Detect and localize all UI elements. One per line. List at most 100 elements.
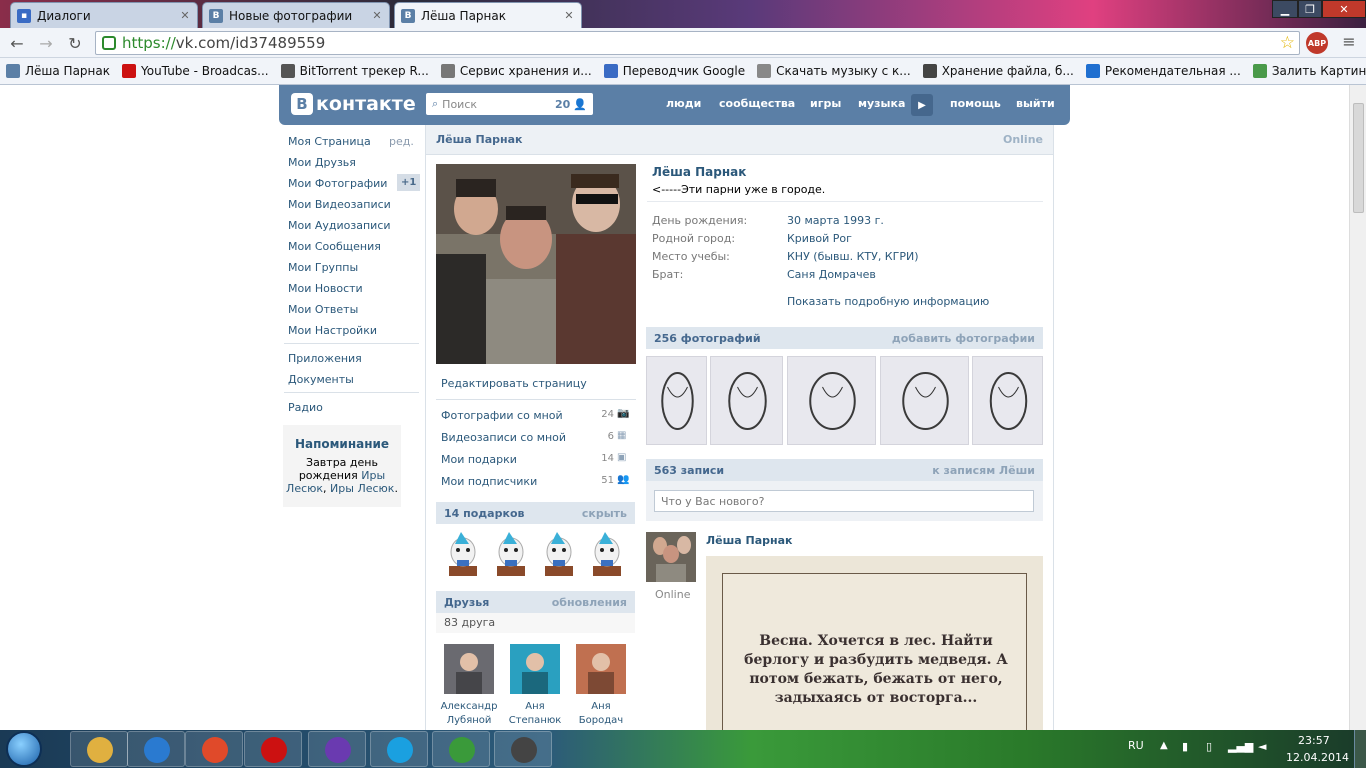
post-avatar[interactable] bbox=[646, 532, 696, 582]
profile-avatar[interactable] bbox=[436, 164, 636, 364]
language-indicator[interactable]: RU bbox=[1128, 739, 1144, 752]
bookmark-item[interactable]: Хранение файла, б... bbox=[922, 64, 1074, 78]
taskbar-app-button[interactable] bbox=[432, 731, 490, 767]
menu-icon[interactable]: ≡ bbox=[1338, 32, 1360, 54]
menu-item[interactable]: Мои Ответы bbox=[288, 303, 358, 316]
gift-item[interactable] bbox=[539, 530, 579, 578]
play-icon[interactable]: ▶ bbox=[911, 94, 933, 116]
bookmark-item[interactable]: Сервис хранения и... bbox=[440, 64, 592, 78]
close-icon[interactable]: ✕ bbox=[179, 9, 191, 22]
friend-last-name[interactable]: Степанюк bbox=[500, 715, 570, 726]
menu-item[interactable]: Мои Друзья bbox=[288, 156, 356, 169]
bookmark-item[interactable]: Залить Картинку - ... bbox=[1252, 64, 1366, 78]
page-scrollbar[interactable] bbox=[1349, 85, 1366, 730]
friend-avatar[interactable] bbox=[576, 644, 626, 694]
counter-link[interactable]: Мои подписчики bbox=[441, 475, 537, 488]
clock-date[interactable]: 12.04.2014 bbox=[1286, 751, 1349, 764]
show-desktop-button[interactable] bbox=[1354, 730, 1366, 768]
vk-logo[interactable]: Bконтакте bbox=[291, 93, 416, 115]
start-button[interactable] bbox=[6, 731, 42, 767]
show-more-link[interactable]: Показать подробную информацию bbox=[787, 295, 989, 308]
menu-apps[interactable]: Приложения bbox=[288, 352, 362, 365]
menu-edit-link[interactable]: ред. bbox=[389, 135, 414, 148]
bookmark-item[interactable]: Рекомендательная ... bbox=[1085, 64, 1241, 78]
photo-thumb[interactable] bbox=[787, 356, 876, 445]
bookmark-item[interactable]: BitTorrent трекер R... bbox=[280, 64, 429, 78]
menu-item[interactable]: Мои Группы bbox=[288, 261, 358, 274]
add-photos-link[interactable]: добавить фотографии bbox=[892, 332, 1035, 345]
menu-item[interactable]: Мои Новости bbox=[288, 282, 363, 295]
counter-link[interactable]: Мои подарки bbox=[441, 453, 517, 466]
taskbar-app-button[interactable] bbox=[127, 731, 185, 767]
info-value[interactable]: КНУ (бывш. КТУ, КГРИ) bbox=[787, 250, 918, 263]
tab-profile[interactable]: B Лёша Парнак ✕ bbox=[394, 2, 582, 28]
menu-badge[interactable]: +1 bbox=[397, 174, 421, 191]
friend-first-name[interactable]: Аня bbox=[566, 701, 636, 712]
maximize-button[interactable]: ❐ bbox=[1298, 0, 1322, 18]
photo-thumb[interactable] bbox=[972, 356, 1043, 445]
taskbar-app-button[interactable] bbox=[370, 731, 428, 767]
nav-logout[interactable]: выйти bbox=[1016, 97, 1055, 110]
friend-first-name[interactable]: Александр bbox=[434, 701, 504, 712]
taskbar-app-button[interactable] bbox=[185, 731, 243, 767]
adblock-icon[interactable]: ABP bbox=[1306, 32, 1328, 54]
info-value[interactable]: Саня Домрачев bbox=[787, 268, 876, 281]
edit-page-link[interactable]: Редактировать страницу bbox=[441, 377, 587, 390]
bookmark-item[interactable]: Скачать музыку с к... bbox=[757, 64, 911, 78]
gifts-bar[interactable]: 14 подарков скрыть bbox=[436, 502, 635, 524]
taskbar-app-button[interactable] bbox=[70, 731, 128, 767]
clock-time[interactable]: 23:57 bbox=[1298, 734, 1330, 747]
friends-bar[interactable]: Друзья обновления bbox=[436, 591, 635, 613]
wall-post-input[interactable]: Что у Вас нового? bbox=[654, 490, 1034, 512]
network-icon[interactable]: ▮ bbox=[1182, 740, 1188, 753]
wall-bar[interactable]: 563 записи к записям Лёши bbox=[646, 459, 1043, 481]
close-icon[interactable]: ✕ bbox=[371, 9, 383, 22]
info-value[interactable]: Кривой Рог bbox=[787, 232, 852, 245]
friend-last-name[interactable]: Бородач bbox=[566, 715, 636, 726]
volume-icon[interactable]: ◄ bbox=[1258, 740, 1266, 753]
tab-dialogs[interactable]: ▪ Диалоги ✕ bbox=[10, 2, 198, 28]
tray-arrow-icon[interactable]: ▲ bbox=[1160, 740, 1168, 751]
counter-link[interactable]: Видеозаписи со мной bbox=[441, 431, 566, 444]
menu-item[interactable]: Мои Аудиозаписи bbox=[288, 219, 391, 232]
gift-item[interactable] bbox=[443, 530, 483, 578]
nav-communities[interactable]: сообщества bbox=[719, 97, 795, 110]
scrollbar-thumb[interactable] bbox=[1353, 103, 1364, 213]
nav-games[interactable]: игры bbox=[810, 97, 841, 110]
reload-button[interactable]: ↻ bbox=[64, 32, 86, 54]
address-bar[interactable]: https://vk.com/id37489559 ☆ bbox=[95, 31, 1300, 55]
menu-item[interactable]: Мои Настройки bbox=[288, 324, 377, 337]
friend-avatar[interactable] bbox=[510, 644, 560, 694]
friend-avatar[interactable] bbox=[444, 644, 494, 694]
tab-new-photos[interactable]: B Новые фотографии ✕ bbox=[202, 2, 390, 28]
wall-all-link[interactable]: к записям Лёши bbox=[932, 464, 1035, 477]
photo-thumb[interactable] bbox=[646, 356, 707, 445]
nav-people[interactable]: люди bbox=[666, 97, 701, 110]
reminder-name-link[interactable]: Иры Лесюк bbox=[330, 482, 394, 495]
menu-radio[interactable]: Радио bbox=[288, 401, 323, 414]
signal-icon[interactable]: ▂▄▆ bbox=[1228, 740, 1253, 753]
battery-icon[interactable]: ▯ bbox=[1206, 740, 1212, 753]
nav-help[interactable]: помощь bbox=[950, 97, 1001, 110]
photo-thumb[interactable] bbox=[710, 356, 783, 445]
nav-music[interactable]: музыка bbox=[858, 97, 905, 110]
friend-last-name[interactable]: Лубяной bbox=[434, 715, 504, 726]
taskbar-app-button[interactable] bbox=[244, 731, 302, 767]
photo-thumb[interactable] bbox=[880, 356, 969, 445]
menu-documents[interactable]: Документы bbox=[288, 373, 354, 386]
gift-item[interactable] bbox=[491, 530, 531, 578]
photos-bar[interactable]: 256 фотографий добавить фотографии bbox=[646, 327, 1043, 349]
menu-item[interactable]: Моя Страница bbox=[288, 135, 371, 148]
back-button[interactable]: ← bbox=[6, 32, 28, 54]
menu-item[interactable]: Мои Видеозаписи bbox=[288, 198, 391, 211]
menu-item[interactable]: Мои Сообщения bbox=[288, 240, 381, 253]
profile-status[interactable]: <-----Эти парни уже в городе. bbox=[652, 183, 825, 196]
taskbar-app-button[interactable] bbox=[494, 731, 552, 767]
star-icon[interactable]: ☆ bbox=[1280, 33, 1295, 53]
menu-item[interactable]: Мои Фотографии bbox=[288, 177, 387, 190]
minimize-button[interactable]: ▁ bbox=[1272, 0, 1298, 18]
window-close-button[interactable]: ✕ bbox=[1322, 0, 1366, 18]
taskbar-app-button[interactable] bbox=[308, 731, 366, 767]
search-input[interactable]: ⌕ Поиск 20 👤 bbox=[426, 93, 593, 115]
forward-button[interactable]: → bbox=[35, 32, 57, 54]
